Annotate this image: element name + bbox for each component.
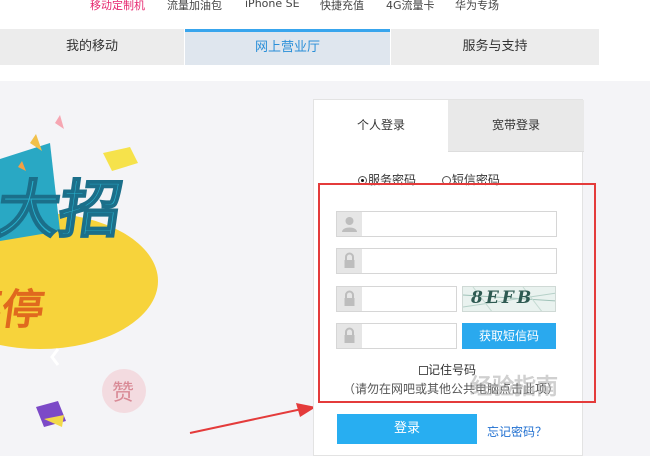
main-nav: 我的移动 网上营业厅 服务与支持 bbox=[0, 29, 599, 65]
top-nav-item-data-pack[interactable]: 流量加油包 bbox=[167, 0, 222, 13]
tab-personal-login[interactable]: 个人登录 bbox=[314, 100, 448, 151]
top-nav: 移动定制机 流量加油包 iPhone SE 快捷充值 4G流量卡 华为专场 bbox=[0, 0, 650, 14]
confetti-small-2 bbox=[55, 115, 64, 129]
carousel-arrow bbox=[50, 348, 60, 366]
tab-broadband-login[interactable]: 宽带登录 bbox=[448, 100, 584, 151]
red-arrow-line bbox=[189, 408, 303, 434]
top-nav-item-recharge[interactable]: 快捷充值 bbox=[320, 0, 364, 13]
banner-headline: 大招 bbox=[0, 173, 127, 246]
like-text: 赞 bbox=[112, 381, 134, 406]
watermark: 经验指南 bbox=[470, 375, 559, 400]
top-nav-item-4g-card[interactable]: 4G流量卡 bbox=[386, 0, 435, 13]
top-nav-item-iphone-se[interactable]: iPhone SE bbox=[245, 0, 300, 10]
confetti-yellow bbox=[103, 147, 138, 171]
login-button[interactable]: 登录 bbox=[337, 414, 477, 444]
top-nav-item-custom-phone[interactable]: 移动定制机 bbox=[90, 0, 145, 13]
tab-service-support[interactable]: 服务与支持 bbox=[391, 29, 599, 65]
tab-my-mobile[interactable]: 我的移动 bbox=[0, 29, 184, 65]
tab-online-hall[interactable]: 网上营业厅 bbox=[185, 29, 390, 65]
banner-subline: 不停 bbox=[0, 285, 47, 334]
forgot-password-link[interactable]: 忘记密码？ bbox=[487, 423, 547, 440]
top-nav-item-huawei[interactable]: 华为专场 bbox=[455, 0, 499, 13]
